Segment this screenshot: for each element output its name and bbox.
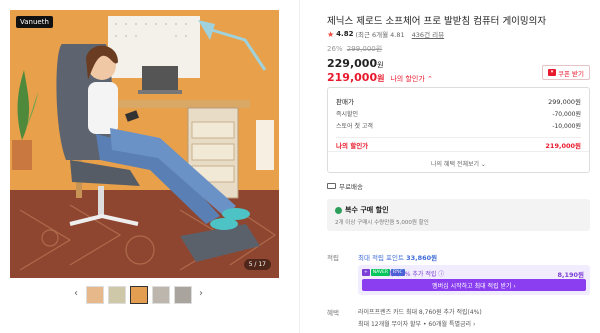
breakdown-row: 판매가 299,000원 [336,96,581,106]
max-points-prefix: 최대 적립 포인트 [358,254,404,262]
membership-points-box: + NAVER BNC 최대 5% 추가 적립 ⓘ 8,190원 멤버십 시작하… [358,265,590,295]
product-title: 제닉스 제로드 소프체어 프로 발받침 컴퓨터 게이밍의자 [327,16,547,27]
thumbnail-1[interactable] [86,286,104,304]
max-points: 최대 적립 포인트 33,860원 [358,252,437,262]
image-counter: 5 / 17 [243,259,271,270]
rating-detail: (최근 6개월 4.81 [355,31,405,39]
coupon-icon: ▾ [548,69,556,76]
divider [336,137,581,138]
breakdown-row: 스토어 첫 고객 -10,000원 [336,121,581,130]
coupon-label: 쿠폰 받기 [558,69,584,78]
breakdown-label: 즉시할인 [336,111,359,118]
multi-buy-discount: 복수 구매 할인 2개 이상 구매시 수량만큼 5,000원 할인 [327,199,590,231]
points-label: 적립 [327,254,339,262]
rating-summary: ★ 4.82 (최근 6개월 4.81 436건 리뷰 [327,29,444,40]
multi-buy-desc: 2개 이상 구매시 수량만큼 5,000원 할인 [335,220,429,226]
max-points-value: 33,860원 [406,254,438,262]
view-all-benefits-link[interactable]: 나의 혜택 전체보기 ⌄ [328,159,589,168]
thumbnail-4[interactable] [152,286,170,304]
my-discount-price[interactable]: 219,000원 나의 할인가 ⌃ [327,71,433,84]
breakdown-label: 스토어 첫 고객 [336,123,373,130]
sale-price-unit: 원 [377,61,384,69]
my-price-label: 나의 할인가 ⌃ [390,75,433,83]
product-main-image[interactable]: Vanueth 5 / 17 [10,10,279,278]
coupon-button[interactable]: ▾ 쿠폰 받기 [542,65,590,80]
benefits-label: 혜택 [327,309,339,317]
discount-percent: 26% [327,45,343,53]
sale-price-value: 229,000 [327,57,378,70]
original-price: 299,000원 [346,45,383,53]
my-price-unit: 원 [377,74,385,83]
shipping-info: 무료배송 [327,181,363,191]
thumbnail-strip [86,285,192,305]
breakdown-row: 즉시할인 -70,000원 [336,109,581,118]
chevron-left-icon[interactable]: ‹ [74,288,78,299]
my-price-value: 219,000 [327,71,378,84]
sale-price: 229,000원 [327,57,384,70]
breakdown-value: -10,000원 [552,123,581,130]
truck-icon [327,183,336,189]
shipping-label: 무료배송 [339,183,363,191]
review-count-link[interactable]: 436건 리뷰 [412,29,444,39]
thumbnail-5[interactable] [174,286,192,304]
discount-icon [335,206,342,214]
price-breakdown-box: 판매가 299,000원 즉시할인 -70,000원 스토어 첫 고객 -10,… [327,87,590,173]
thumbnail-2[interactable] [108,286,126,304]
my-price-row-value: 219,000원 [545,142,581,150]
breakdown-value: 299,000원 [548,98,581,106]
extra-points-text: 최대 5% 추가 적립 ⓘ [388,271,445,278]
membership-start-button[interactable]: 멤버십 시작하고 최대 적립 받기 › [362,279,586,291]
multi-buy-header: 복수 구매 할인 [335,205,389,215]
discount-line: 26% 299,000원 [327,44,382,54]
divider [328,151,589,152]
multi-buy-title: 복수 구매 할인 [345,206,389,214]
product-photo [10,10,279,278]
rating-score: 4.82 [336,30,354,38]
chevron-right-icon[interactable]: › [199,288,203,299]
breakdown-label: 판매가 [336,98,354,106]
card-benefit: 라이프프렌즈 카드 최대 8,760원 추가 적립(4%) [358,309,482,316]
my-price-row: 나의 할인가 219,000원 [336,140,581,150]
extra-points-amount: 8,190원 [557,271,584,279]
breakdown-value: -70,000원 [552,111,581,118]
star-icon: ★ [327,29,335,39]
column-divider [299,0,300,333]
brand-logo: Vanueth [16,16,53,28]
product-page: Vanueth 5 / 17 ‹ › 제닉스 제로드 소프체어 프로 발받침 컴… [0,0,600,333]
thumbnail-3[interactable] [130,286,148,304]
my-price-row-label: 나의 할인가 [336,142,369,150]
installment-benefit-link[interactable]: 최대 12개월 무이자 할부 • 60개월 특별금리 › [358,319,475,328]
plus-tag: + [362,269,370,276]
